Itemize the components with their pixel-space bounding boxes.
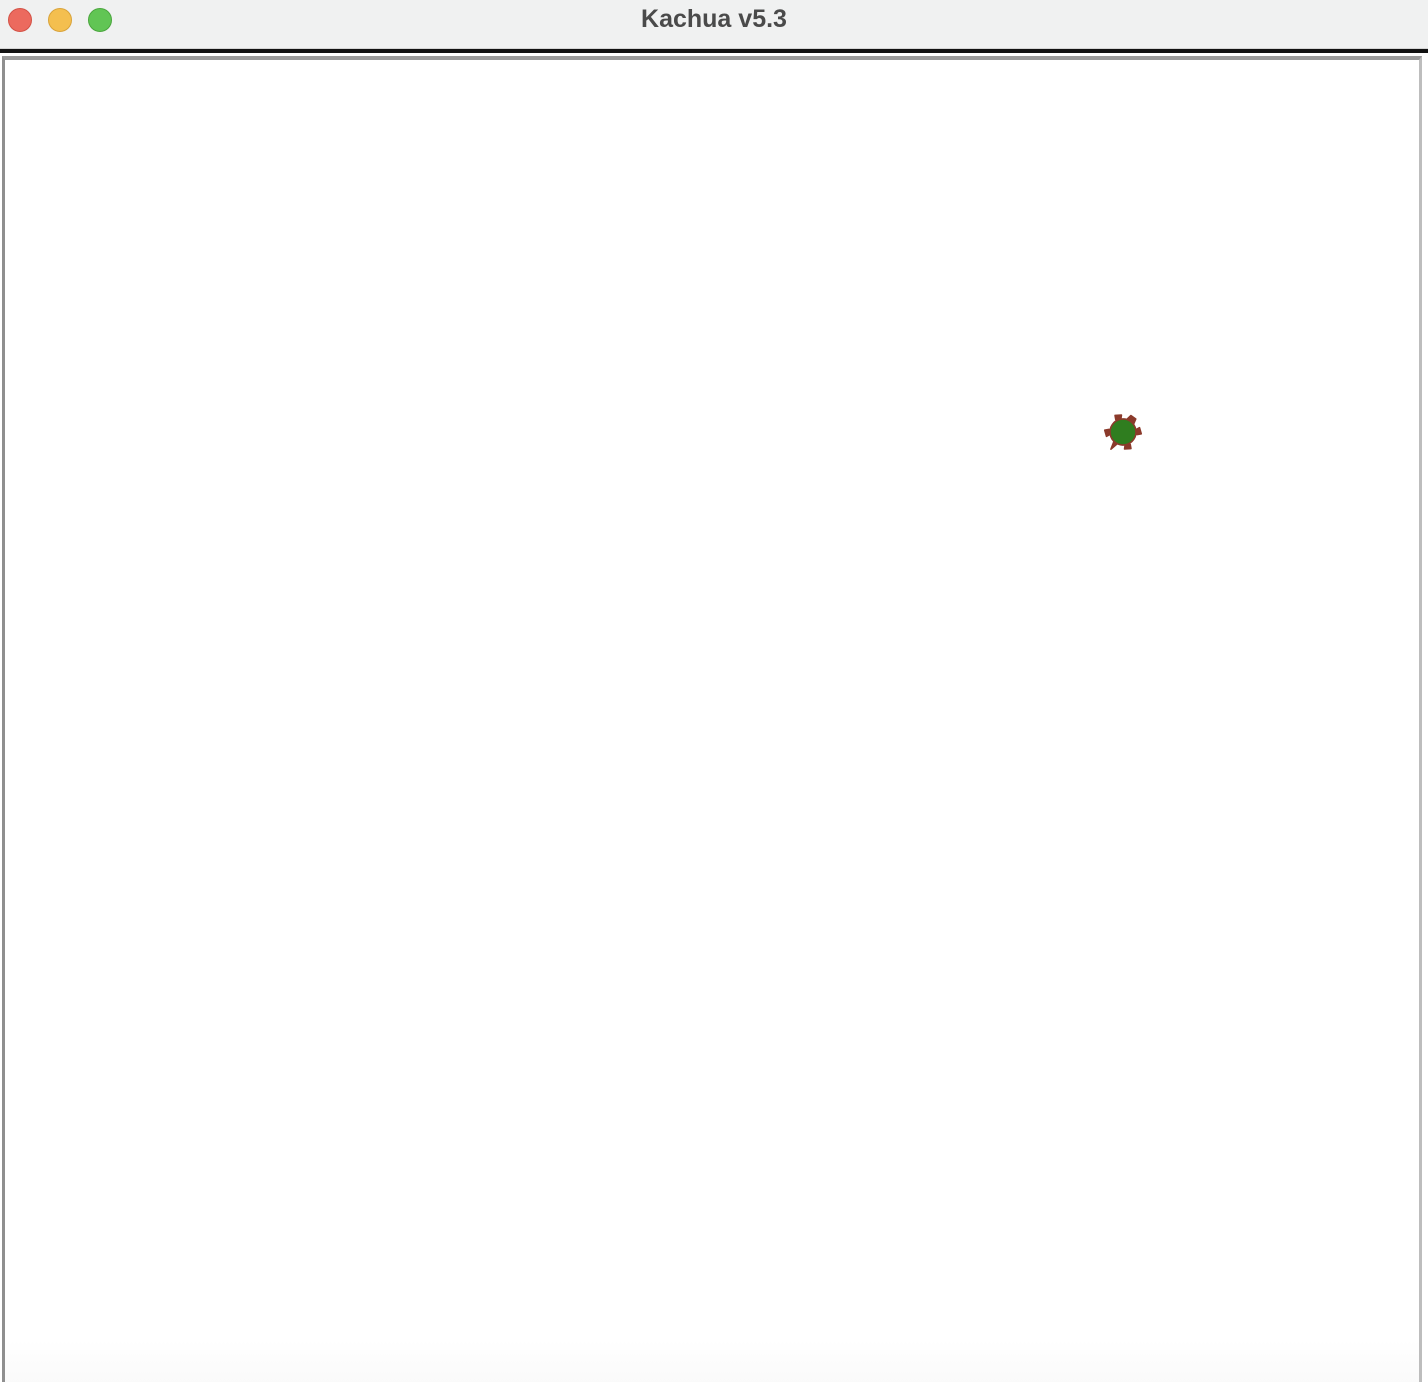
title-bar: Kachua v5.3 — [0, 0, 1428, 49]
app-window: Kachua v5.3 — [0, 0, 1428, 1382]
window-title: Kachua v5.3 — [641, 5, 787, 33]
canvas-frame — [0, 53, 1428, 1382]
turtle-icon — [1103, 414, 1143, 451]
drawing-canvas — [2, 56, 1422, 1382]
